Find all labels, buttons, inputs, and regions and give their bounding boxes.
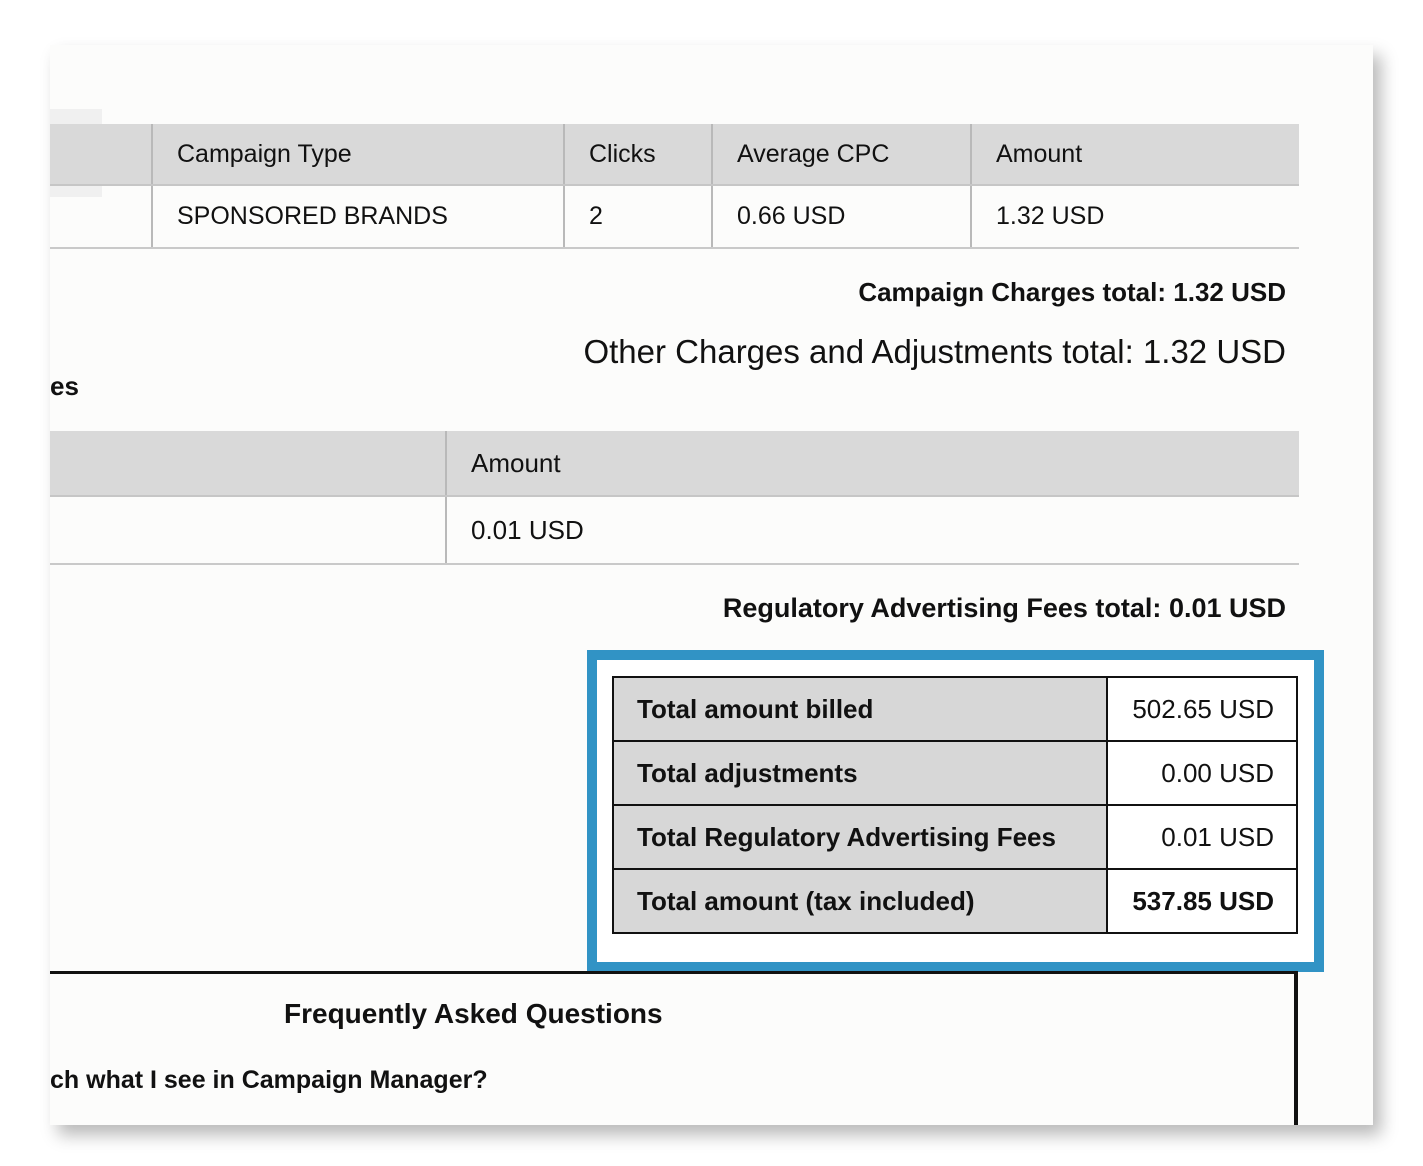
section-heading-fragment: es: [50, 371, 79, 401]
faq-title: Frequently Asked Questions: [284, 998, 663, 1029]
summary-value: 0.01 USD: [1106, 804, 1298, 870]
header-campaign-type: Campaign Type: [151, 124, 563, 184]
regulatory-fees-total-value: 0.01 USD: [1168, 593, 1286, 623]
header-clicks: Clicks: [563, 124, 711, 184]
summary-value: 502.65 USD: [1106, 676, 1298, 742]
summary-row-adjustments: Total adjustments 0.00 USD: [612, 740, 1298, 806]
summary-row-regulatory-fees: Total Regulatory Advertising Fees 0.01 U…: [612, 804, 1298, 870]
table-header-row: Amount: [50, 431, 1299, 497]
summary-label: Total amount billed: [612, 676, 1108, 742]
regulatory-fees-total: Regulatory Advertising Fees total: 0.01 …: [723, 593, 1286, 624]
faq-box: Frequently Asked Questions ch what I see…: [50, 971, 1298, 1125]
summary-table: Total amount billed 502.65 USD Total adj…: [612, 676, 1298, 934]
summary-row-total-tax-included: Total amount (tax included) 537.85 USD: [612, 868, 1298, 934]
summary-label: Total Regulatory Advertising Fees: [612, 804, 1108, 870]
summary-highlight-box: Total amount billed 502.65 USD Total adj…: [587, 650, 1324, 972]
header-amount: Amount: [445, 431, 1299, 495]
campaign-charges-table: Campaign Type Clicks Average CPC Amount …: [50, 124, 1299, 249]
summary-label: Total adjustments: [612, 740, 1108, 806]
campaign-charges-total-value: 1.32 USD: [1173, 277, 1286, 307]
cell-amount: 0.01 USD: [445, 497, 1299, 563]
cell-clicks: 2: [563, 186, 711, 247]
regulatory-fees-table: Amount 0.01 USD: [50, 431, 1299, 565]
header-cell-cut: [50, 124, 151, 184]
table-header-row: Campaign Type Clicks Average CPC Amount: [50, 124, 1299, 186]
regulatory-fees-total-label: Regulatory Advertising Fees total:: [722, 593, 1162, 623]
summary-value: 0.00 USD: [1106, 740, 1298, 806]
header-cell-cut: [50, 431, 445, 495]
campaign-charges-total: Campaign Charges total: 1.32 USD: [858, 277, 1286, 308]
summary-label: Total amount (tax included): [612, 868, 1108, 934]
table-row: SPONSORED BRANDS 2 0.66 USD 1.32 USD: [50, 186, 1299, 249]
cell-average-cpc: 0.66 USD: [711, 186, 970, 247]
faq-question: ch what I see in Campaign Manager?: [50, 1066, 488, 1094]
header-amount: Amount: [970, 124, 1299, 184]
table-row: 0.01 USD: [50, 497, 1299, 565]
summary-value: 537.85 USD: [1106, 868, 1298, 934]
cell-cut: [50, 186, 151, 247]
cell-cut: [50, 497, 445, 563]
header-average-cpc: Average CPC: [711, 124, 970, 184]
cell-campaign-type: SPONSORED BRANDS: [151, 186, 563, 247]
cell-amount: 1.32 USD: [970, 186, 1299, 247]
campaign-charges-total-label: Campaign Charges total:: [858, 277, 1167, 307]
summary-row-total-billed: Total amount billed 502.65 USD: [612, 676, 1298, 742]
invoice-page: Campaign Type Clicks Average CPC Amount …: [50, 45, 1373, 1125]
other-charges-total: Other Charges and Adjustments total: 1.3…: [583, 333, 1286, 370]
